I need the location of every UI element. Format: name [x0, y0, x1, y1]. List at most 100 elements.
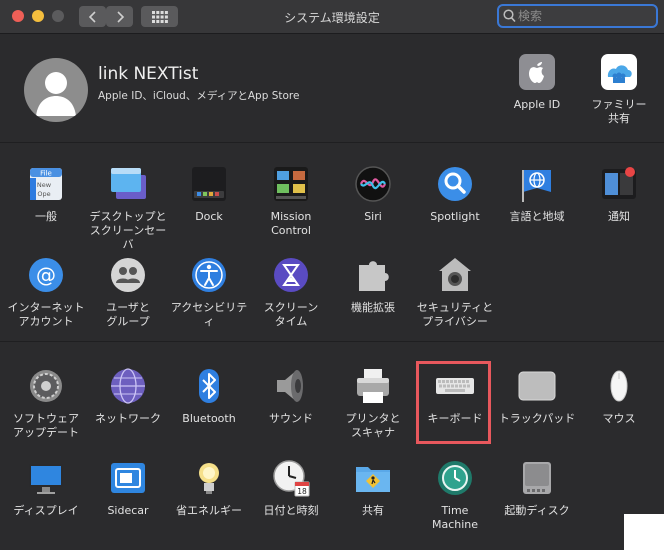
title-bar: システム環境設定 — [0, 0, 664, 34]
pane-label: 日付と時刻 — [263, 504, 319, 517]
pane-bluetooth[interactable]: Bluetooth — [167, 366, 251, 446]
pane-label: Time Machine — [431, 504, 479, 531]
language-region-icon — [522, 170, 551, 202]
spotlight-icon — [438, 167, 472, 201]
pane-label: サウンド — [269, 412, 313, 425]
pane-security-privacy[interactable]: セキュリティと プライバシー — [413, 255, 497, 335]
software-update-icon — [30, 370, 62, 402]
pane-screen-time[interactable]: スクリーン タイム — [249, 255, 333, 335]
pane-sidecar[interactable]: Sidecar — [86, 458, 170, 538]
screen-time-icon — [274, 258, 308, 292]
pane-label: Bluetooth — [182, 412, 236, 425]
pane-family-sharing[interactable]: ファミリー 共有 — [577, 52, 661, 132]
mission-control-icon — [274, 167, 308, 201]
extensions-icon — [359, 261, 389, 291]
pane-label: 機能拡張 — [351, 301, 395, 314]
user-name: link NEXTist — [98, 64, 199, 84]
avatar[interactable] — [24, 58, 88, 122]
pane-label: ディスプレイ — [13, 504, 79, 517]
pane-label: スクリーン タイム — [263, 301, 319, 328]
search-icon — [503, 9, 516, 23]
pane-label: Sidecar — [107, 504, 149, 517]
pane-users-groups[interactable]: ユーザと グループ — [86, 255, 170, 335]
pane-notifications[interactable]: 通知 — [577, 164, 661, 244]
pane-dock[interactable]: Dock — [167, 164, 251, 244]
pane-apple-id[interactable]: Apple ID — [495, 52, 579, 132]
pane-label: 起動ディスク — [504, 504, 570, 517]
general-icon: File New Ope — [30, 168, 62, 200]
pane-label: セキュリティと プライバシー — [416, 301, 494, 328]
pane-internet-accounts[interactable]: @ インターネット アカウント — [4, 255, 88, 335]
pane-software-update[interactable]: ソフトウェア アップデート — [4, 366, 88, 446]
pane-label: マウス — [602, 412, 636, 425]
pane-label: 共有 — [362, 504, 384, 517]
pane-sharing[interactable]: 共有 — [331, 458, 415, 538]
pane-label: Apple ID — [513, 98, 561, 111]
sidecar-icon — [111, 463, 145, 493]
pane-label: プリンタと スキャナ — [345, 412, 401, 439]
pane-label: Mission Control — [270, 210, 312, 237]
pane-displays[interactable]: ディスプレイ — [4, 458, 88, 538]
pane-siri[interactable]: Siri — [331, 164, 415, 244]
pane-label: デスクトップと スクリーンセーバ — [89, 210, 167, 251]
pane-label: ネットワーク — [95, 412, 161, 425]
pane-label: 一般 — [35, 210, 57, 223]
internet-accounts-icon: @ — [29, 258, 63, 292]
apple-id-icon — [519, 54, 555, 90]
sharing-icon — [356, 467, 390, 492]
pane-mission-control[interactable]: Mission Control — [249, 164, 333, 244]
displays-icon — [29, 464, 63, 494]
svg-text:New: New — [37, 181, 52, 189]
pane-network[interactable]: ネットワーク — [86, 366, 170, 446]
user-silhouette-icon — [36, 72, 76, 116]
notifications-icon — [602, 167, 636, 199]
pane-general[interactable]: File New Ope 一般 — [4, 164, 88, 244]
svg-text:File: File — [40, 170, 52, 178]
trackpad-icon — [518, 371, 556, 401]
keyboard-highlight-frame — [416, 361, 491, 444]
bluetooth-icon — [199, 369, 219, 403]
desktop-screensaver-icon — [111, 168, 146, 199]
pane-label: 通知 — [608, 210, 630, 223]
time-machine-icon — [438, 461, 472, 495]
pane-sound[interactable]: サウンド — [249, 366, 333, 446]
pane-label: インターネット アカウント — [7, 301, 85, 328]
energy-saver-icon — [199, 463, 219, 494]
family-sharing-icon — [601, 54, 637, 90]
security-privacy-icon — [439, 258, 471, 291]
pane-label: アクセシビリティ — [170, 301, 248, 328]
pane-printers-scanners[interactable]: プリンタと スキャナ — [331, 366, 415, 446]
pane-label: ファミリー 共有 — [591, 98, 647, 125]
pane-label: 言語と地域 — [509, 210, 565, 223]
startup-disk-icon — [523, 462, 551, 494]
blank-corner — [624, 514, 664, 550]
pane-label: Siri — [364, 210, 382, 223]
pane-label: 省エネルギー — [176, 504, 242, 517]
pane-accessibility[interactable]: アクセシビリティ — [167, 255, 251, 335]
search-field[interactable] — [497, 4, 658, 28]
users-groups-icon — [111, 258, 145, 292]
pane-spotlight[interactable]: Spotlight — [413, 164, 497, 244]
pane-date-time[interactable]: 18 日付と時刻 — [249, 458, 333, 538]
pane-mouse[interactable]: マウス — [577, 366, 661, 446]
svg-text:@: @ — [36, 263, 56, 287]
pane-label: トラックパッド — [498, 412, 576, 425]
user-subtitle: Apple ID、iCloud、メディアとApp Store — [98, 90, 300, 102]
printers-scanners-icon — [357, 369, 389, 403]
search-input[interactable] — [518, 8, 648, 24]
pane-time-machine[interactable]: Time Machine — [413, 458, 497, 538]
svg-text:Ope: Ope — [37, 190, 50, 198]
pane-language-region[interactable]: 言語と地域 — [495, 164, 579, 244]
pane-trackpad[interactable]: トラックパッド — [495, 366, 579, 446]
pane-label: Dock — [195, 210, 223, 223]
pane-startup-disk[interactable]: 起動ディスク — [495, 458, 579, 538]
pane-energy-saver[interactable]: 省エネルギー — [167, 458, 251, 538]
pane-desktop-screensaver[interactable]: デスクトップと スクリーンセーバ — [86, 164, 170, 251]
pane-label: ソフトウェア アップデート — [13, 412, 79, 439]
mouse-icon — [610, 370, 628, 402]
siri-icon — [355, 166, 391, 202]
pane-extensions[interactable]: 機能拡張 — [331, 255, 415, 335]
svg-text:18: 18 — [297, 487, 307, 496]
sound-icon — [277, 370, 303, 402]
date-time-icon: 18 — [273, 460, 310, 497]
